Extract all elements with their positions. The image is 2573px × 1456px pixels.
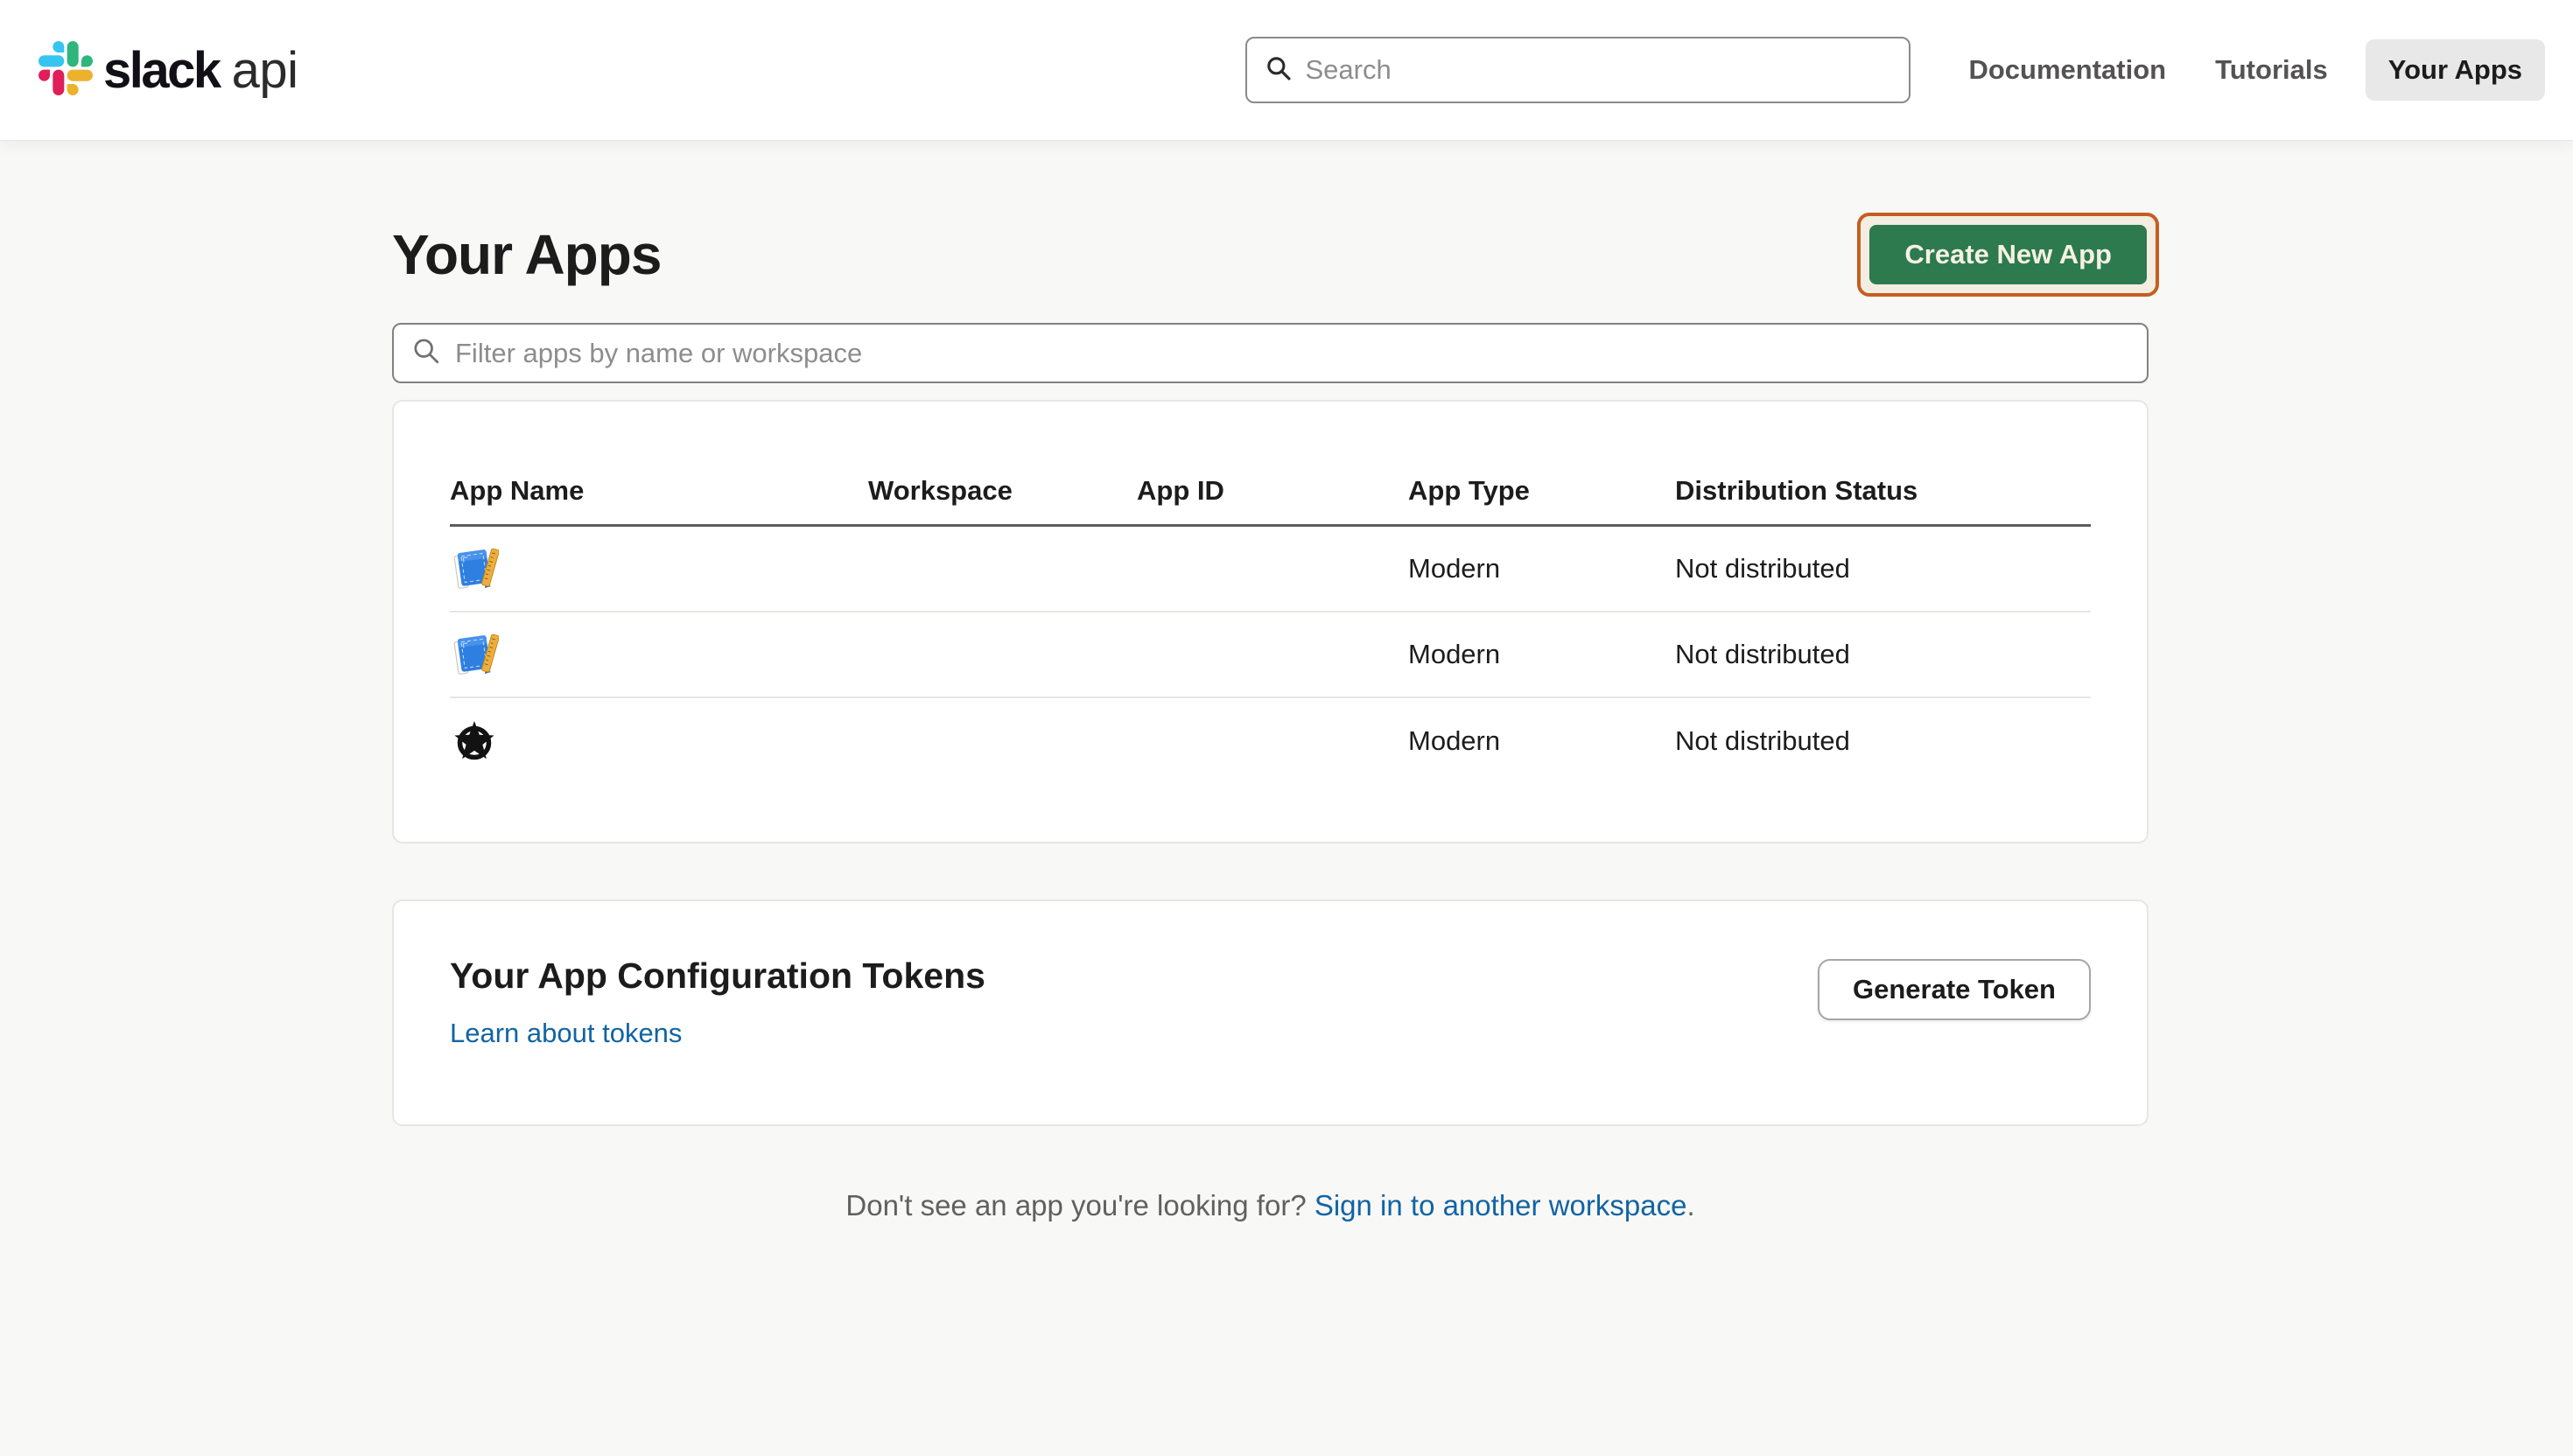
page-title: Your Apps [392, 222, 661, 287]
table-body: Modern Not distributed [394, 527, 2147, 784]
create-new-app-button[interactable]: Create New App [1869, 225, 2147, 284]
app-type-cell: Modern [1408, 639, 1675, 670]
footer-note-suffix: . [1686, 1189, 1694, 1222]
star-badge-icon [450, 717, 499, 766]
create-new-app-focus-ring: Create New App [1857, 213, 2159, 297]
nav-documentation[interactable]: Documentation [1968, 54, 2166, 86]
tokens-card-text: Your App Configuration Tokens Learn abou… [450, 956, 985, 1049]
blueprint-book-icon [450, 630, 499, 679]
header-search-input[interactable] [1305, 54, 1891, 86]
footer-note-text: Don't see an app you're looking for? [845, 1189, 1314, 1222]
column-app-name: App Name [450, 475, 868, 507]
distribution-status-cell: Not distributed [1675, 553, 2091, 584]
logo-wordmark-api: api [232, 41, 298, 100]
distribution-status-cell: Not distributed [1675, 725, 2091, 757]
logo-wordmark-slack: slack [103, 41, 220, 100]
apps-table-header-row: App Name Workspace App ID App Type Distr… [450, 402, 2091, 527]
footer-note: Don't see an app you're looking for? Sig… [392, 1189, 2149, 1222]
header-search-box[interactable] [1245, 37, 1910, 103]
app-name-cell[interactable] [450, 544, 868, 593]
sign-in-another-workspace-link[interactable]: Sign in to another workspace [1315, 1189, 1687, 1222]
column-app-id: App ID [1137, 475, 1408, 507]
app-name-cell[interactable] [450, 630, 868, 679]
filter-apps-input[interactable] [455, 338, 2129, 369]
top-nav: Documentation Tutorials Your Apps [1968, 39, 2545, 101]
filter-apps-box[interactable] [392, 323, 2149, 383]
table-row[interactable]: Modern Not distributed [450, 612, 2091, 698]
slack-pinwheel-icon [39, 41, 93, 100]
column-distribution-status: Distribution Status [1675, 475, 2091, 507]
main-content: Your Apps Create New App App Name Worksp… [392, 213, 2149, 1222]
tokens-card: Your App Configuration Tokens Learn abou… [392, 900, 2149, 1126]
app-name-cell[interactable] [450, 717, 868, 766]
blueprint-book-icon [450, 544, 499, 593]
app-type-cell: Modern [1408, 725, 1675, 757]
slack-api-logo[interactable]: slack api [39, 41, 298, 100]
title-row: Your Apps Create New App [392, 213, 2149, 297]
tokens-card-title: Your App Configuration Tokens [450, 956, 985, 997]
filter-search-icon [411, 336, 441, 370]
site-header: slack api Documentation Tutorials Your A… [0, 0, 2573, 140]
table-bottom-padding [394, 784, 2147, 842]
distribution-status-cell: Not distributed [1675, 639, 2091, 670]
table-row[interactable]: Modern Not distributed [450, 698, 2091, 784]
nav-tutorials[interactable]: Tutorials [2215, 54, 2328, 86]
nav-your-apps-active[interactable]: Your Apps [2366, 39, 2545, 101]
search-icon [1265, 54, 1293, 87]
apps-table-card: App Name Workspace App ID App Type Distr… [392, 400, 2149, 844]
generate-token-button[interactable]: Generate Token [1818, 959, 2091, 1020]
table-row[interactable]: Modern Not distributed [450, 527, 2091, 612]
column-workspace: Workspace [868, 475, 1137, 507]
learn-about-tokens-link[interactable]: Learn about tokens [450, 1018, 682, 1049]
column-app-type: App Type [1408, 475, 1675, 507]
app-type-cell: Modern [1408, 553, 1675, 584]
